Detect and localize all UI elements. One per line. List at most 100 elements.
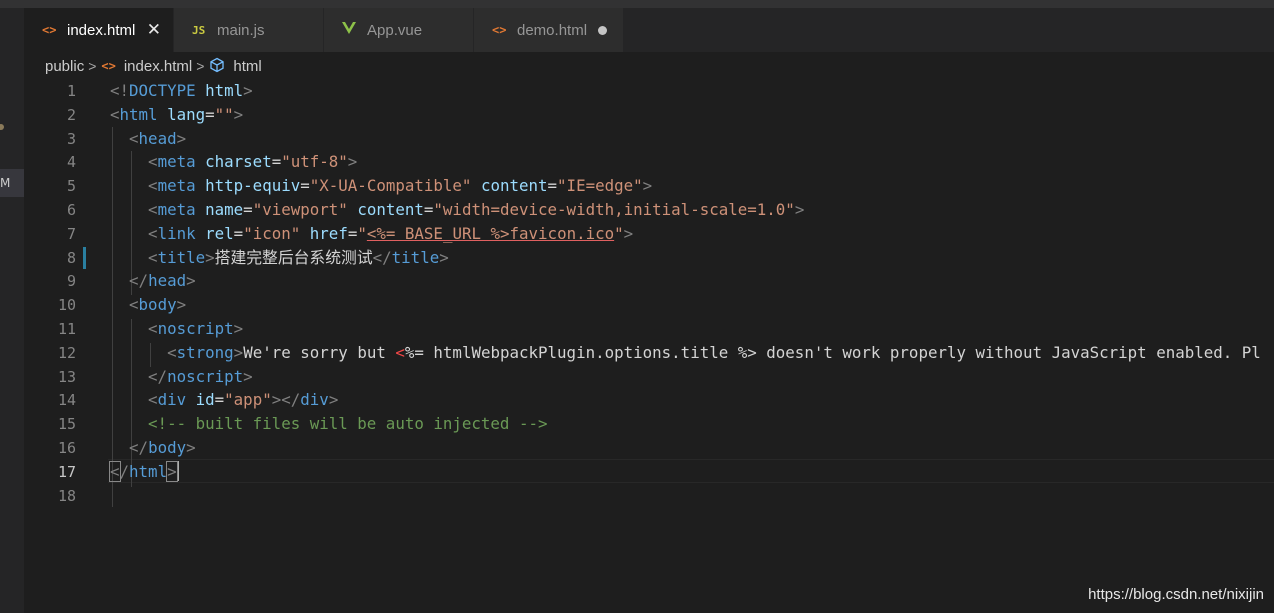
code-token: rel	[205, 223, 234, 243]
code-token: </	[129, 438, 149, 457]
code-token: "viewport"	[252, 200, 348, 219]
tab-label: main.js	[217, 21, 265, 39]
js-file-icon: JS	[192, 23, 206, 37]
code-line[interactable]: 18	[24, 484, 1274, 508]
tab-demo-html[interactable]: <> demo.html	[474, 8, 624, 52]
line-code: <head>	[110, 127, 186, 151]
code-token: html	[119, 104, 168, 124]
code-token: head	[148, 271, 187, 291]
breadcrumb-symbol[interactable]: html	[233, 58, 261, 75]
symbol-element-icon	[209, 57, 225, 76]
code-token: charset	[205, 152, 272, 172]
unsaved-dot-icon[interactable]	[598, 26, 607, 35]
code-token: >	[205, 247, 215, 267]
line-number: 5	[66, 177, 76, 196]
code-token: head	[138, 128, 177, 148]
breadcrumb-file[interactable]: index.html	[124, 58, 192, 75]
code-line[interactable]: 2 <html lang="">	[24, 103, 1274, 127]
code-token: >	[176, 128, 187, 148]
watermark-text: https://blog.csdn.net/nixijin	[1088, 586, 1264, 603]
code-line[interactable]: 5 <meta http-equiv="X-UA-Compatible" con…	[24, 174, 1274, 198]
code-token: "X-UA-Compatible"	[309, 176, 472, 196]
code-token: >	[623, 223, 634, 243]
line-number: 14	[57, 391, 76, 410]
editor-tab-bar: <> index.html ✕ JS main.js App.vue <> de…	[24, 8, 1274, 52]
code-token: html	[205, 81, 244, 100]
code-token: <	[167, 342, 177, 362]
code-token: >	[233, 104, 244, 124]
code-line[interactable]: 11 <noscript>	[24, 317, 1274, 341]
line-code: <html lang="">	[110, 103, 243, 127]
code-token: =	[214, 390, 225, 410]
code-token: >	[439, 247, 449, 267]
code-token: =	[271, 152, 282, 172]
code-line[interactable]: 10 <body>	[24, 293, 1274, 317]
code-token: =	[205, 104, 215, 124]
line-code: </head>	[110, 269, 196, 293]
code-line[interactable]: 9 </head>	[24, 269, 1274, 293]
code-line[interactable]: 17 </html>	[24, 460, 1274, 484]
line-code: <title>搭建完整后台系统测试</title>	[110, 246, 449, 270]
tab-main-js[interactable]: JS main.js	[174, 8, 324, 52]
code-token: noscript	[167, 366, 244, 386]
line-number: 8	[66, 248, 76, 267]
code-line[interactable]: 12 <strong>We're sorry but <%= htmlWebpa…	[24, 341, 1274, 365]
code-token: title	[391, 247, 440, 267]
line-code: <body>	[110, 293, 186, 317]
line-code: <div id="app"></div>	[110, 388, 338, 412]
code-token: </	[129, 271, 149, 291]
code-token: name	[205, 200, 244, 219]
code-token: "	[614, 223, 624, 243]
code-line[interactable]: 15 <!-- built files will be auto injecte…	[24, 412, 1274, 436]
code-line[interactable]: 7 <link rel="icon" href="<%= BASE_URL %>…	[24, 222, 1274, 246]
tab-label: App.vue	[367, 21, 423, 39]
code-token: <	[109, 460, 121, 482]
code-token: body	[138, 295, 177, 315]
line-code: </html>	[109, 460, 179, 484]
chevron-right-icon: >	[196, 58, 205, 74]
code-editor[interactable]: 1 <!DOCTYPE html> 2 <html lang=""> 3 <head> 4…	[24, 79, 1274, 613]
code-token: >	[328, 390, 339, 410]
code-line[interactable]: 6 <meta name="viewport" content="width=d…	[24, 198, 1274, 222]
code-token: DOCTYPE	[129, 81, 206, 100]
code-token: <	[148, 390, 158, 410]
scm-modified-badge[interactable]: M	[0, 169, 24, 197]
close-icon[interactable]: ✕	[147, 20, 161, 40]
code-token: <	[148, 319, 158, 338]
code-token: <	[148, 223, 158, 243]
code-line[interactable]: 16 </body>	[24, 436, 1274, 460]
tab-index-html[interactable]: <> index.html ✕	[24, 8, 174, 52]
code-token: <	[148, 200, 158, 219]
breadcrumb-folder[interactable]: public	[45, 58, 84, 75]
tab-app-vue[interactable]: App.vue	[324, 8, 474, 52]
line-number: 7	[66, 224, 76, 243]
code-token: content	[480, 176, 548, 196]
code-line[interactable]: 3 <head>	[24, 127, 1274, 151]
code-token: "	[357, 223, 367, 243]
text-cursor	[176, 460, 179, 481]
html-file-icon: <>	[101, 59, 116, 73]
code-token: id	[195, 390, 215, 410]
line-code: <strong>We're sorry but <%= htmlWebpackP…	[110, 341, 1261, 365]
code-token: >	[233, 342, 244, 362]
code-token: =	[243, 200, 253, 219]
code-line[interactable]: 8 <title>搭建完整后台系统测试</title>	[24, 246, 1274, 270]
code-line[interactable]: 13 </noscript>	[24, 365, 1274, 389]
code-token: >	[347, 152, 358, 172]
code-token: title	[157, 247, 206, 267]
code-token: content	[357, 200, 424, 219]
code-line[interactable]: 4 <meta charset="utf-8">	[24, 150, 1274, 174]
tab-label: index.html	[67, 21, 136, 39]
code-token: >	[642, 176, 653, 196]
code-line[interactable]: 1 <!DOCTYPE html>	[24, 79, 1274, 103]
code-line[interactable]: 14 <div id="app"></div>	[24, 388, 1274, 412]
code-token: </	[148, 366, 168, 386]
breadcrumb: public > <> index.html > html	[45, 56, 262, 76]
